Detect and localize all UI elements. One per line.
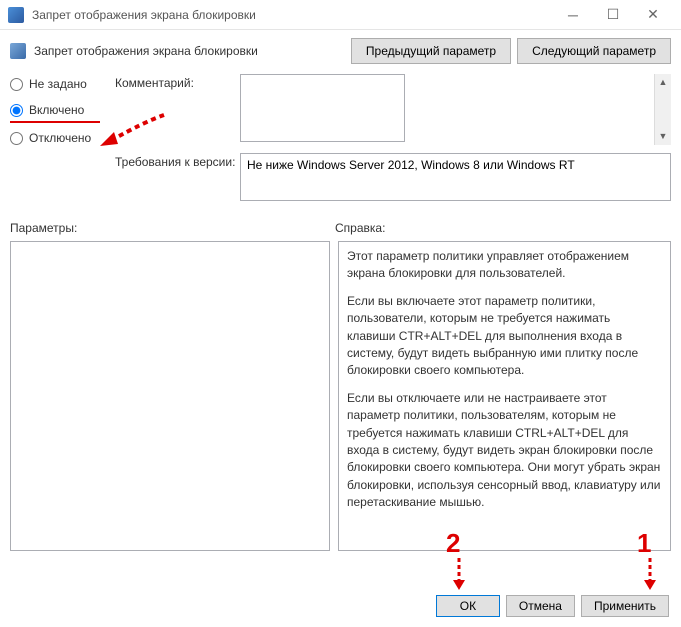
- radio-enabled-label: Включено: [29, 103, 84, 117]
- app-icon: [8, 7, 24, 23]
- window-title: Запрет отображения экрана блокировки: [32, 8, 553, 22]
- help-paragraph-3: Если вы отключаете или не настраиваете э…: [347, 390, 662, 512]
- minimize-button[interactable]: ─: [553, 0, 593, 30]
- cancel-button[interactable]: Отмена: [506, 595, 575, 617]
- scroll-up-icon[interactable]: ▲: [655, 74, 671, 91]
- policy-title: Запрет отображения экрана блокировки: [34, 44, 345, 58]
- ok-button[interactable]: ОК: [436, 595, 500, 617]
- apply-button[interactable]: Применить: [581, 595, 669, 617]
- help-paragraph-1: Этот параметр политики управляет отображ…: [347, 248, 662, 283]
- policy-icon: [10, 43, 26, 59]
- parameters-label: Параметры:: [10, 221, 335, 235]
- annotation-underline: [10, 121, 100, 123]
- radio-enabled-input[interactable]: [10, 104, 23, 117]
- radio-enabled[interactable]: Включено: [10, 103, 105, 117]
- comment-input[interactable]: [240, 74, 405, 142]
- requirements-value: Не ниже Windows Server 2012, Windows 8 и…: [247, 158, 575, 172]
- annotation-arrow-1: [640, 556, 660, 592]
- radio-disabled-label: Отключено: [29, 131, 91, 145]
- help-label: Справка:: [335, 221, 671, 235]
- requirements-box: Не ниже Windows Server 2012, Windows 8 и…: [240, 153, 671, 201]
- scroll-down-icon[interactable]: ▼: [655, 128, 671, 145]
- state-radios: Не задано Включено Отключено: [10, 74, 115, 209]
- requirements-label: Требования к версии:: [115, 153, 240, 201]
- parameters-panel: [10, 241, 330, 551]
- radio-not-configured[interactable]: Не задано: [10, 77, 105, 91]
- radio-disabled-input[interactable]: [10, 132, 23, 145]
- radio-not-configured-label: Не задано: [29, 77, 87, 91]
- comment-scrollbar[interactable]: ▲ ▼: [654, 74, 671, 145]
- comment-label: Комментарий:: [115, 74, 240, 145]
- maximize-button[interactable]: ☐: [593, 0, 633, 30]
- header: Запрет отображения экрана блокировки Пре…: [10, 38, 671, 64]
- radio-not-configured-input[interactable]: [10, 78, 23, 91]
- radio-disabled[interactable]: Отключено: [10, 131, 105, 145]
- close-button[interactable]: ✕: [633, 0, 673, 30]
- next-setting-button[interactable]: Следующий параметр: [517, 38, 671, 64]
- previous-setting-button[interactable]: Предыдущий параметр: [351, 38, 511, 64]
- annotation-arrow-2: [449, 556, 469, 592]
- help-panel[interactable]: Этот параметр политики управляет отображ…: [338, 241, 671, 551]
- titlebar: Запрет отображения экрана блокировки ─ ☐…: [0, 0, 681, 30]
- help-paragraph-2: Если вы включаете этот параметр политики…: [347, 293, 662, 380]
- dialog-footer: ОК Отмена Применить: [436, 595, 669, 617]
